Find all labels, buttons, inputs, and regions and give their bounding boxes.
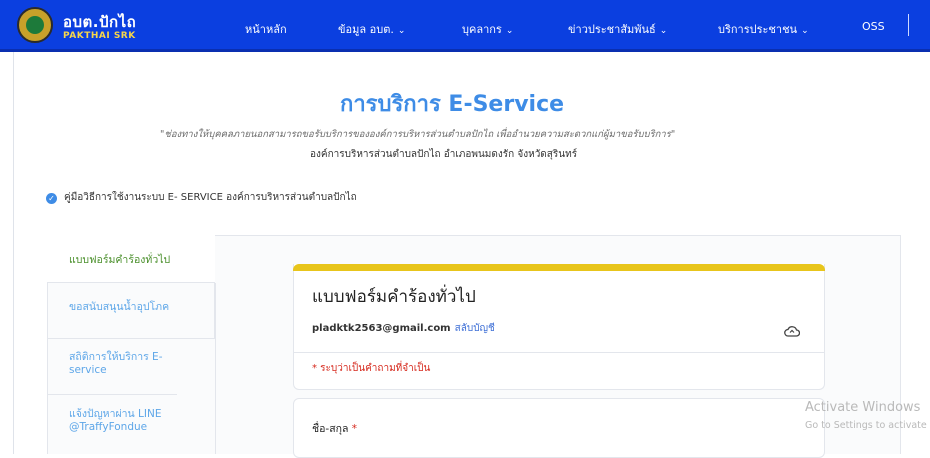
chevron-down-icon: ⌄: [659, 26, 668, 36]
switch-account-link[interactable]: สลับบัญชี: [455, 323, 495, 334]
nav-oss-label: OSS: [862, 20, 885, 33]
required-note: * ระบุว่าเป็นคำถามที่จำเป็น: [312, 363, 431, 374]
name-field-label: ชื่อ-สกุล *: [312, 420, 357, 437]
form-accent-bar: [293, 264, 825, 271]
card-divider: [294, 352, 824, 353]
name-field-card: [293, 398, 825, 458]
nav-news-label: ข่าวประชาสัมพันธ์: [568, 23, 656, 36]
nav-home-label: หน้าหลัก: [245, 23, 287, 36]
guide-link[interactable]: ✓ คู่มือวิธีการใช้งานระบบ E- SERVICE องค์…: [46, 190, 357, 205]
nav-services[interactable]: บริการประชาชน ⌄: [718, 20, 809, 38]
tab-general-request[interactable]: แบบฟอร์มคำร้องทั่วไป: [47, 235, 215, 283]
tab-eservice-stats-label: สถิติการให้บริการ E-service: [69, 351, 163, 376]
account-row: pladktk2563@gmail.com สลับบัญชี: [312, 321, 495, 336]
nav-services-label: บริการประชาชน: [718, 23, 798, 36]
tab-eservice-stats[interactable]: สถิติการให้บริการ E-service: [47, 339, 177, 395]
check-circle-icon: ✓: [46, 193, 57, 204]
activate-windows-hint: Go to Settings to activate Windows.: [805, 420, 930, 431]
page-description: "ช่องทางให้บุคคลภายนอกสามารถขอรับบริการข…: [160, 129, 676, 140]
tab-traffy-fondue[interactable]: แจ้งปัญหาผ่าน LINE @TraffyFondue: [47, 395, 187, 454]
tab-general-request-label: แบบฟอร์มคำร้องทั่วไป: [69, 254, 171, 266]
logo-icon[interactable]: [17, 7, 53, 43]
activate-windows-title: Activate Windows: [805, 400, 921, 415]
required-mark: *: [351, 423, 358, 435]
tab-traffy-fondue-label: แจ้งปัญหาผ่าน LINE @TraffyFondue: [69, 408, 162, 433]
page-title: การบริการ E-Service: [340, 92, 565, 117]
guide-link-label: คู่มือวิธีการใช้งานระบบ E- SERVICE องค์ก…: [64, 192, 357, 203]
brand-subtitle: PAKTHAI SRK: [63, 31, 136, 41]
nav-home[interactable]: หน้าหลัก: [245, 20, 287, 38]
name-field-label-text: ชื่อ-สกุล: [312, 423, 349, 435]
tab-water-support[interactable]: ขอสนับสนุนน้ำอุปโภค: [47, 283, 215, 339]
cloud-icon: [784, 322, 801, 341]
organization-name: องค์การบริหารส่วนตำบลปักไถ อำเภอพนมดงรัก…: [310, 149, 578, 160]
account-email: pladktk2563@gmail.com: [312, 323, 451, 334]
nav-news[interactable]: ข่าวประชาสัมพันธ์ ⌄: [568, 20, 667, 38]
nav-about-label: ข้อมูล อบต.: [338, 23, 394, 36]
side-tab-divider: [215, 283, 216, 454]
nav-about[interactable]: ข้อมูล อบต. ⌄: [338, 20, 405, 38]
tab-water-support-label: ขอสนับสนุนน้ำอุปโภค: [69, 301, 170, 313]
logo-emblem: [26, 16, 44, 34]
nav-personnel[interactable]: บุคลากร ⌄: [462, 20, 513, 38]
nav-oss[interactable]: OSS: [862, 20, 885, 33]
side-tab-list: แบบฟอร์มคำร้องทั่วไป ขอสนับสนุนน้ำอุปโภค…: [47, 235, 216, 454]
form-title: แบบฟอร์มคำร้องทั่วไป: [312, 287, 476, 307]
top-navbar: อบต.ปักไถ PAKTHAI SRK หน้าหลัก ข้อมูล อบ…: [0, 0, 930, 52]
chevron-down-icon: ⌄: [801, 26, 809, 36]
nav-personnel-label: บุคลากร: [462, 23, 502, 36]
nav-divider: [908, 14, 909, 36]
chevron-down-icon: ⌄: [397, 26, 406, 36]
chevron-down-icon: ⌄: [505, 26, 514, 36]
